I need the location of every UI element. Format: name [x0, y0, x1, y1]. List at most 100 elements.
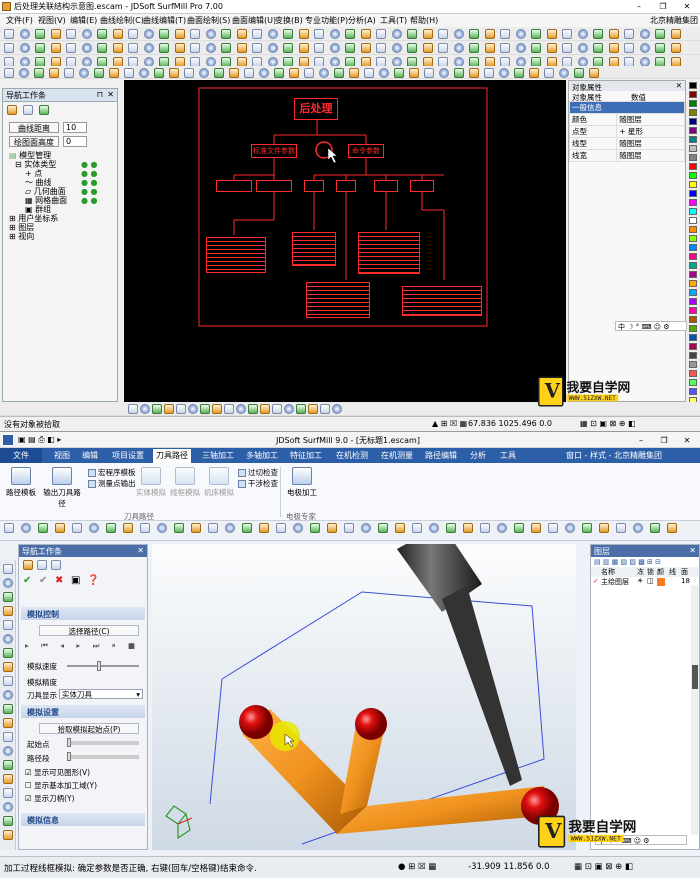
tab-icon-view[interactable] [39, 105, 49, 115]
toolbar-button-icon[interactable] [314, 43, 324, 53]
diagram-node-command-params[interactable]: 命令参数 [348, 144, 384, 158]
toolbar-button-icon[interactable] [139, 68, 149, 78]
toolbar-button-icon[interactable] [484, 43, 495, 53]
toolbar-button-icon[interactable] [284, 404, 294, 414]
toolbar-button-icon[interactable] [308, 404, 318, 414]
toolbar-button-icon[interactable] [531, 43, 541, 53]
toolbar-button-icon[interactable] [438, 29, 448, 39]
toolbar-button-icon[interactable] [544, 68, 554, 78]
toolbar-button-icon[interactable] [174, 523, 184, 533]
toolbar-button-icon[interactable] [515, 29, 526, 39]
bulb-icon[interactable]: ● ● [81, 178, 98, 187]
toolbar-button-icon[interactable] [438, 43, 448, 53]
toolbar-button-icon[interactable] [484, 29, 495, 39]
toolbar-button-icon[interactable] [608, 43, 619, 53]
tool-icon[interactable] [3, 690, 13, 700]
tool-icon[interactable] [3, 662, 13, 672]
toolbar-button-icon[interactable] [391, 43, 402, 53]
menu-surface-draw[interactable]: 曲面绘制(S) [187, 15, 230, 26]
draw-plane-height-input[interactable]: 0 [63, 136, 87, 147]
toolbar-button-icon[interactable] [66, 43, 76, 53]
toolbar-button-icon[interactable] [320, 404, 330, 414]
toolbar-button-icon[interactable] [112, 29, 123, 39]
curve-distance-button[interactable]: 曲线距离 [9, 122, 59, 133]
toolbar-button-icon[interactable] [4, 523, 14, 533]
toolbar-button-icon[interactable] [35, 29, 45, 39]
toolbar-button-icon[interactable] [174, 43, 185, 53]
path-template-button[interactable]: 路径模板 [4, 467, 38, 498]
color-swatch[interactable] [689, 190, 697, 197]
color-swatch[interactable] [689, 217, 697, 224]
menu-transform[interactable]: 变换(B) [275, 15, 303, 26]
tab-icon-layers[interactable] [23, 105, 33, 115]
tool-icon[interactable] [3, 830, 13, 840]
menu-surface-edit[interactable]: 曲面编辑(U) [232, 15, 276, 26]
toolbar-button-icon[interactable] [140, 404, 150, 414]
slider-thumb[interactable] [97, 661, 101, 671]
tab-analysis[interactable]: 分析 [470, 450, 486, 461]
toolbar-button-icon[interactable] [50, 43, 61, 53]
toolbar-button-icon[interactable] [242, 523, 252, 533]
color-swatch[interactable] [689, 136, 697, 143]
toolbar-button-icon[interactable] [593, 29, 603, 39]
toolbar-button-icon[interactable] [106, 523, 116, 533]
layers-scrollbar[interactable] [691, 585, 699, 835]
toolbar-button-icon[interactable] [349, 68, 359, 78]
toolbar-button-icon[interactable] [188, 404, 198, 414]
toolbar-button-icon[interactable] [531, 523, 541, 533]
toolbar-button-icon[interactable] [593, 43, 603, 53]
toolbar-button-icon[interactable] [159, 29, 169, 39]
color-swatch[interactable] [689, 370, 697, 377]
toolbar-button-icon[interactable] [236, 29, 247, 39]
color-swatch[interactable] [689, 181, 697, 188]
diagram-node[interactable] [374, 180, 398, 192]
tool-icon[interactable] [3, 676, 13, 686]
toolbar-button-icon[interactable] [319, 68, 329, 78]
minimize-button[interactable]: – [630, 434, 652, 447]
color-swatch[interactable] [689, 199, 697, 206]
toolbar-button-icon[interactable] [190, 43, 200, 53]
toolbar-button-icon[interactable] [469, 43, 479, 53]
toolbar-button-icon[interactable] [252, 43, 262, 53]
toolbar-button-icon[interactable] [244, 68, 254, 78]
restore-button[interactable]: ❐ [652, 0, 674, 13]
toolbar-button-icon[interactable] [221, 43, 231, 53]
tree-geom-surface[interactable]: ▱ 几何曲面 [25, 187, 66, 196]
color-swatch[interactable] [689, 109, 697, 116]
toolbar-button-icon[interactable] [267, 43, 278, 53]
toolbar-button-icon[interactable] [248, 404, 258, 414]
path-segment-slider[interactable] [67, 752, 139, 761]
toolbar-button-icon[interactable] [500, 43, 510, 53]
color-swatch[interactable] [689, 289, 697, 296]
toolbar-button-icon[interactable] [500, 29, 510, 39]
measure-point-output-button[interactable]: 测量点输出 [88, 478, 136, 489]
tool-icon[interactable] [3, 718, 13, 728]
toolbar-button-icon[interactable] [497, 523, 507, 533]
tool-icon[interactable] [3, 620, 13, 630]
color-swatch[interactable] [689, 226, 697, 233]
tree-curve[interactable]: ～ 曲线 [25, 178, 52, 187]
toolbar-button-icon[interactable] [332, 404, 342, 414]
sim-speed-slider[interactable] [67, 661, 139, 671]
toolbar-button-icon[interactable] [616, 523, 626, 533]
toolbar-button-icon[interactable] [407, 43, 417, 53]
toolbar-button-icon[interactable] [424, 68, 434, 78]
toolbar-button-icon[interactable] [176, 404, 186, 414]
tab-view[interactable]: 视图 [54, 450, 70, 461]
show-toolholder-checkbox[interactable]: ☑ 显示刀柄(Y) [25, 793, 75, 804]
bulb-icon[interactable]: ● ● [81, 187, 98, 196]
tab-tools[interactable]: 工具 [500, 450, 516, 461]
tree-group[interactable]: ▣ 群组 [25, 205, 51, 214]
toolbar-button-icon[interactable] [208, 523, 218, 533]
toolbar-button-icon[interactable] [169, 68, 179, 78]
toolbar-button-icon[interactable] [283, 43, 293, 53]
close-button[interactable]: ✕ [676, 0, 698, 13]
tab-path-edit[interactable]: 路径编辑 [425, 450, 457, 461]
tab-onmachine-inspect[interactable]: 在机检测 [336, 450, 368, 461]
color-swatch[interactable] [689, 262, 697, 269]
toolbar-button-icon[interactable] [378, 523, 388, 533]
tree-model-manager[interactable]: ▤ 模型管理 [9, 151, 51, 160]
toolbar-button-icon[interactable] [599, 523, 609, 533]
restore-button[interactable]: ❐ [653, 434, 675, 447]
toolbar-button-icon[interactable] [376, 43, 386, 53]
